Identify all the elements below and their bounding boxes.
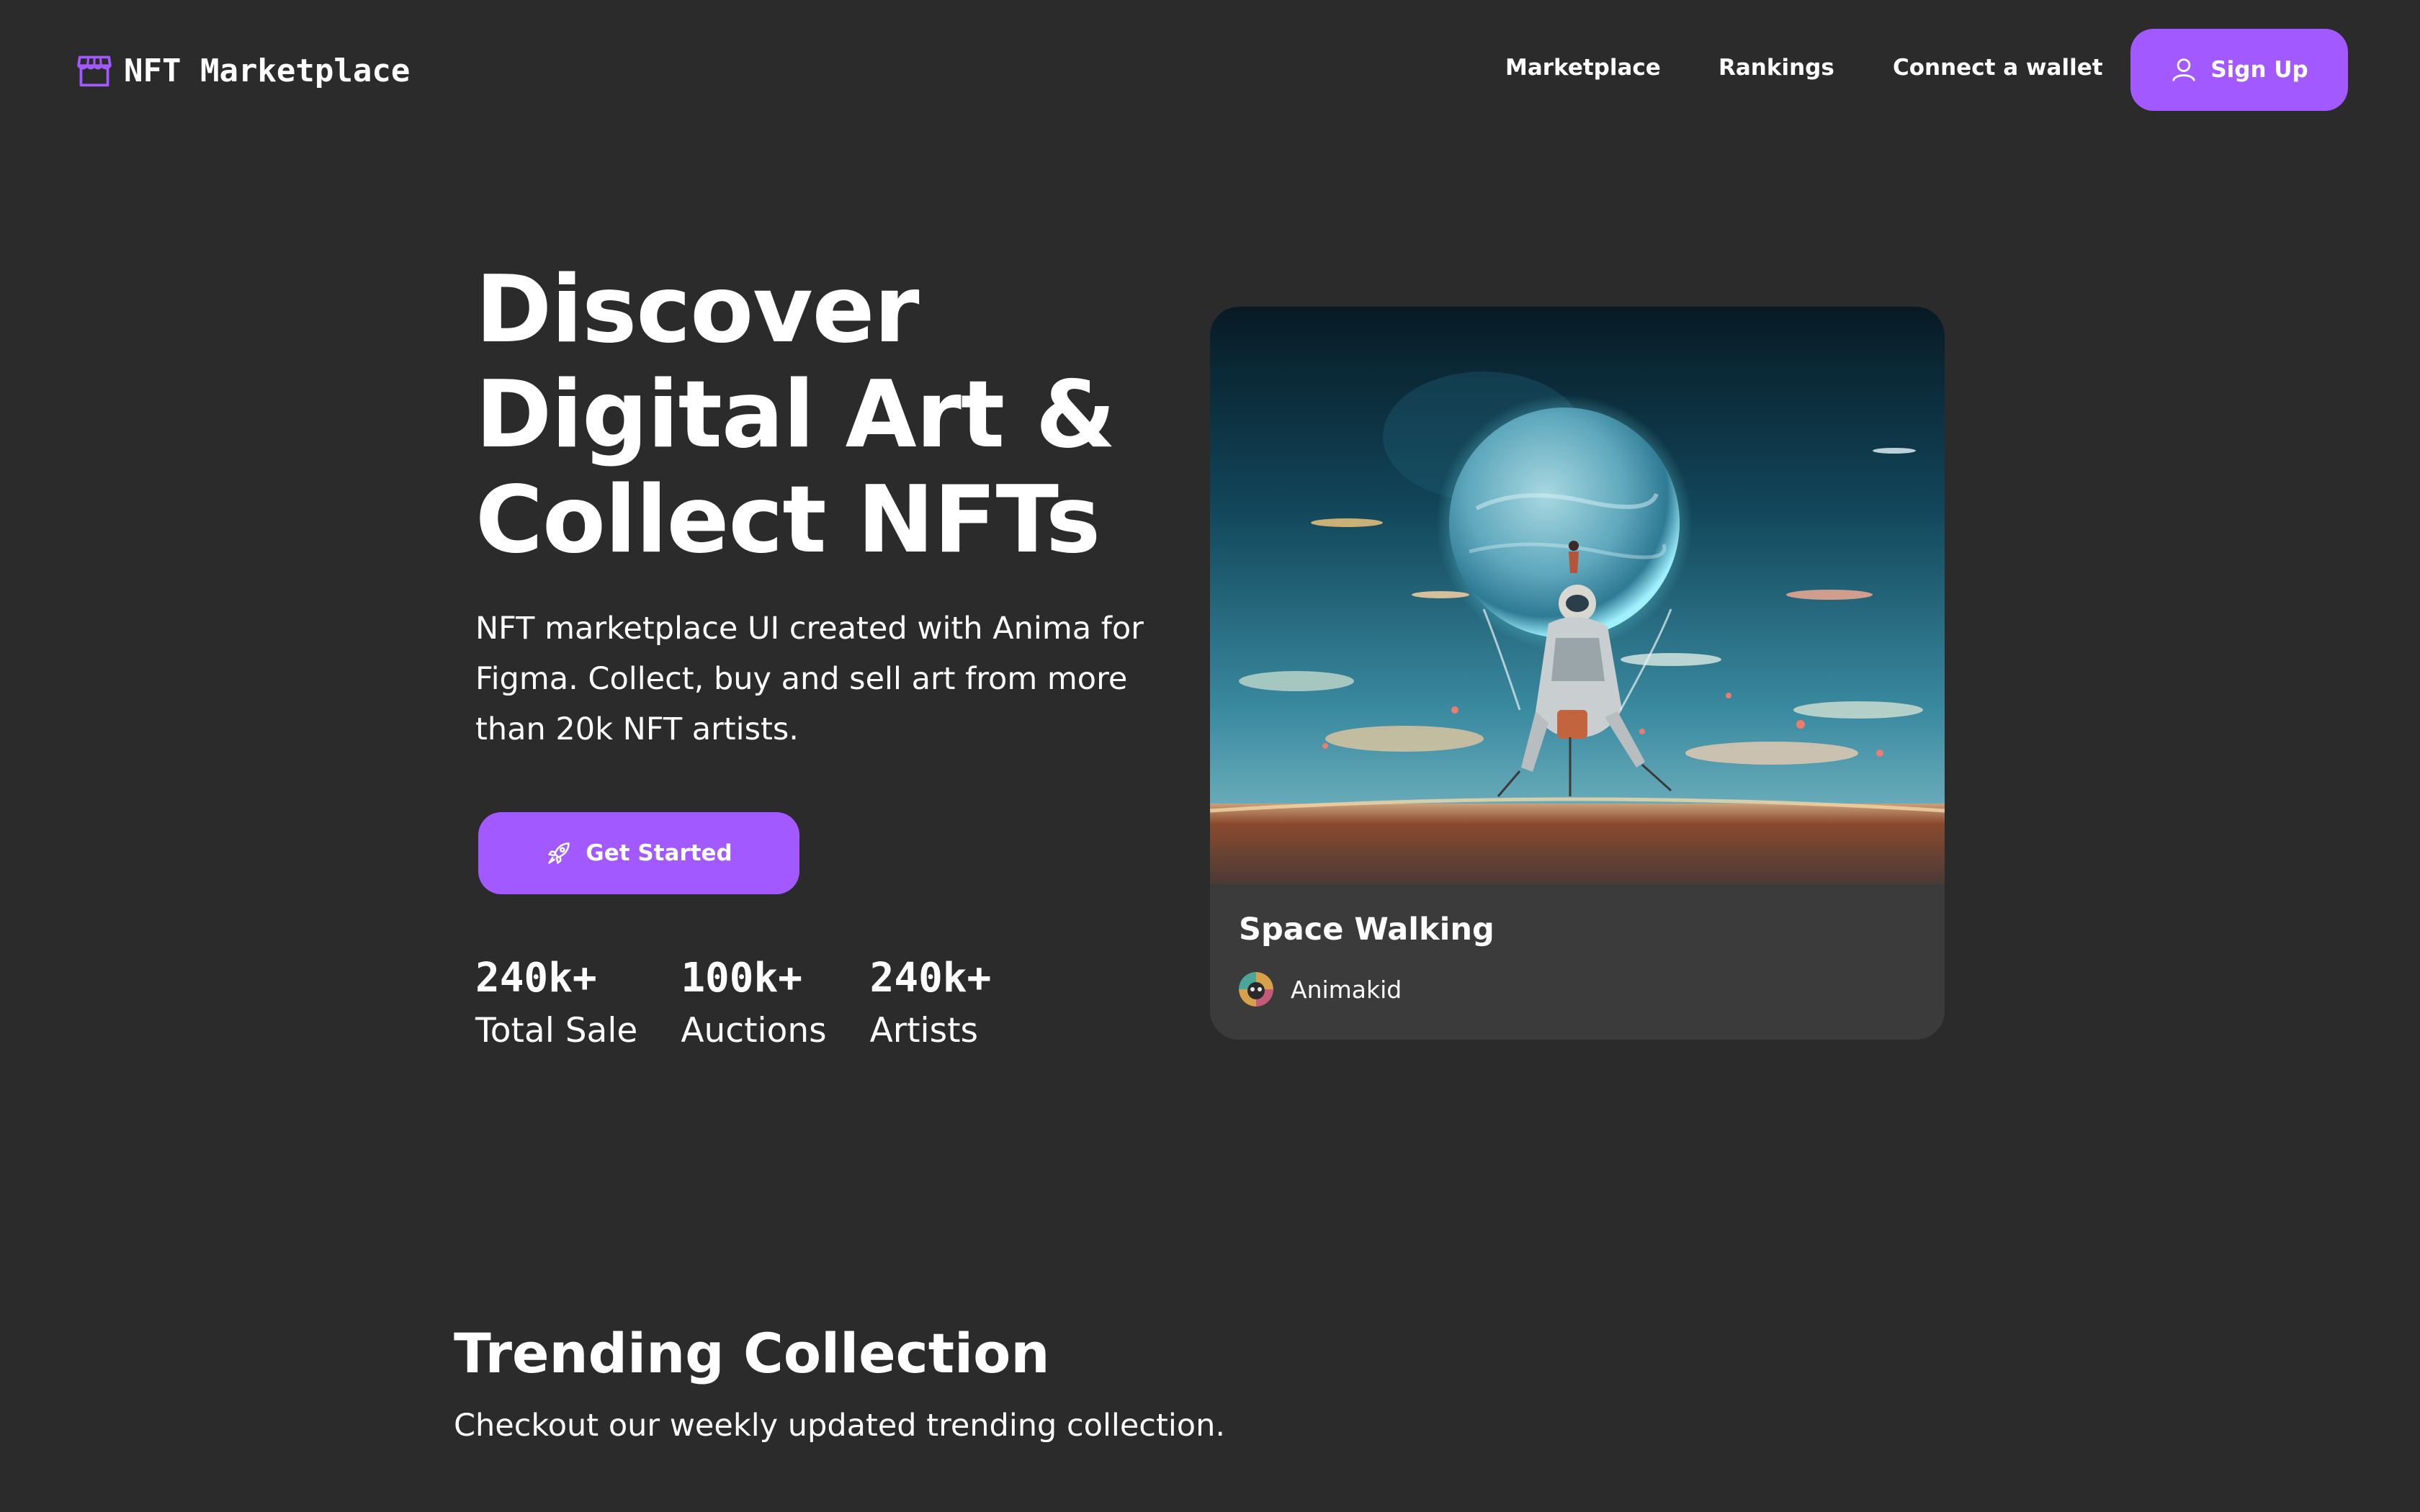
- stat-total-sale: 240k+ Total Sale: [475, 953, 637, 1053]
- hero-title-line-1: Discover: [475, 256, 919, 364]
- nav-marketplace-link[interactable]: Marketplace: [1505, 55, 1661, 81]
- nav-rankings-link[interactable]: Rankings: [1718, 55, 1834, 81]
- sign-up-button[interactable]: Sign Up: [2130, 29, 2348, 111]
- highlight-nft-card[interactable]: Space Walking Animakid: [1210, 307, 1945, 1040]
- rocket-icon: [548, 842, 570, 864]
- astronaut-planet-artwork: [1210, 307, 1945, 884]
- nav-connect-wallet-link[interactable]: Connect a wallet: [1893, 55, 2103, 81]
- artist-info[interactable]: Animakid: [1239, 972, 1402, 1007]
- artist-name: Animakid: [1291, 975, 1402, 1004]
- hero-description: NFT marketplace UI created with Anima fo…: [475, 611, 1144, 747]
- sign-up-label: Sign Up: [2210, 57, 2308, 83]
- hero-title: Discover Digital Art & Collect NFTs: [475, 258, 1167, 573]
- stat-label: Auctions: [681, 1011, 827, 1050]
- stat-artists: 240k+ Artists: [870, 953, 992, 1053]
- stat-value: 100k+: [681, 955, 802, 1002]
- hero-title-line-3: Collect NFTs: [475, 467, 1101, 574]
- user-icon: [2172, 58, 2195, 81]
- stat-label: Total Sale: [475, 1011, 638, 1050]
- get-started-button[interactable]: Get Started: [478, 812, 799, 894]
- stat-auctions: 100k+ Auctions: [681, 953, 826, 1053]
- brand-logo[interactable]: NFT Marketplace: [75, 50, 410, 91]
- hero-title-line-2: Digital Art &: [475, 361, 1116, 469]
- trending-subtitle: Checkout our weekly updated trending col…: [454, 1408, 1225, 1444]
- storefront-icon: [77, 55, 112, 87]
- nft-title: Space Walking: [1239, 912, 1494, 948]
- trending-title: Trending Collection: [454, 1321, 1050, 1385]
- stat-value: 240k+: [475, 955, 597, 1002]
- stat-label: Artists: [869, 1011, 979, 1050]
- get-started-label: Get Started: [586, 840, 732, 866]
- brand-name: NFT Marketplace: [124, 52, 411, 89]
- stats-row: 240k+ Total Sale 100k+ Auctions 240k+ Ar…: [475, 953, 991, 1053]
- stat-value: 240k+: [869, 955, 992, 1002]
- artist-avatar: [1239, 972, 1273, 1007]
